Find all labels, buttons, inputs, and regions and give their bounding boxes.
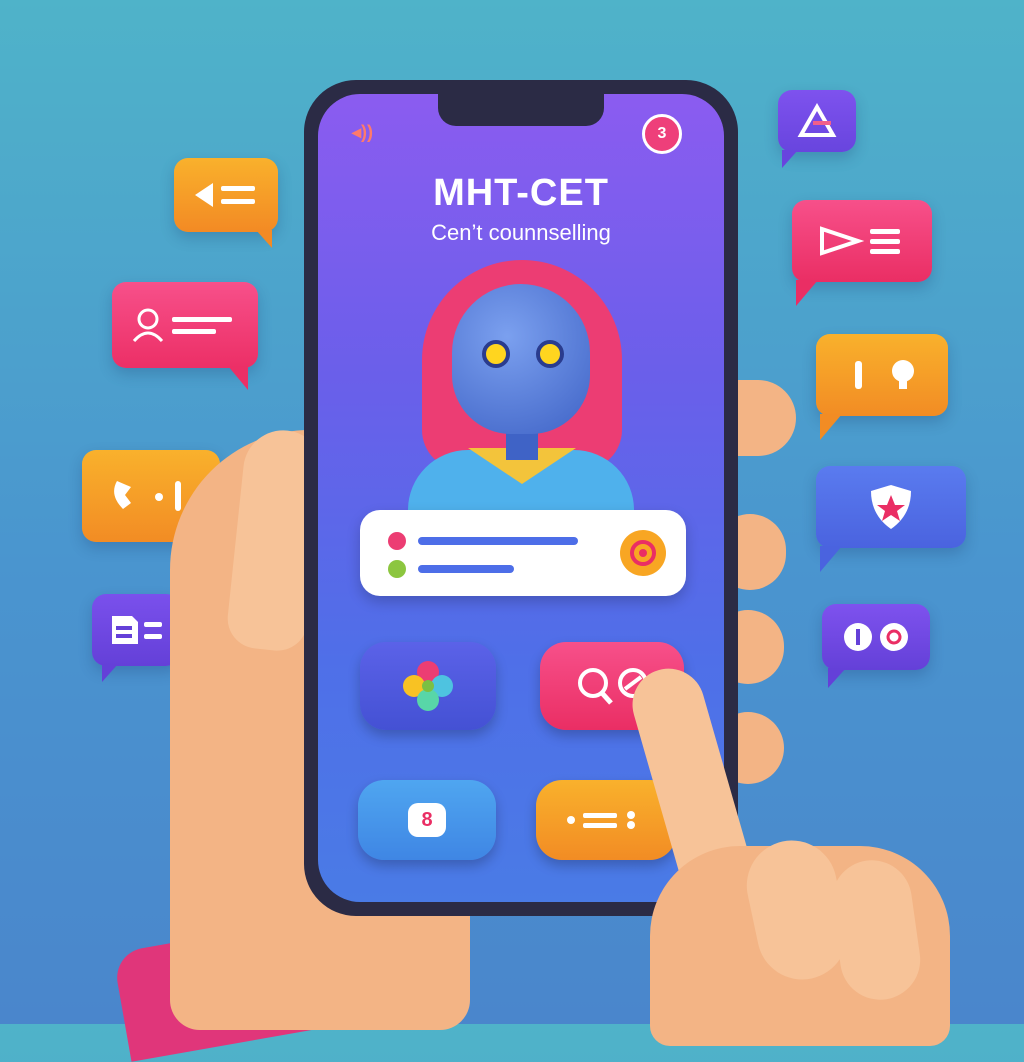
back-list-icon (195, 183, 255, 207)
play-list-icon (820, 226, 900, 256)
bubble-info[interactable] (822, 604, 930, 688)
chat-bubble-icon (630, 540, 656, 566)
status-dot-green (388, 560, 406, 578)
chat-message-card[interactable] (360, 510, 686, 596)
robot-eye (536, 340, 564, 368)
document-icon (112, 616, 162, 644)
badge-eight-button[interactable]: 8 (358, 780, 496, 860)
bubble-document[interactable] (92, 594, 180, 682)
chat-bubble-button[interactable] (620, 530, 666, 576)
bubble-alert[interactable] (778, 90, 856, 168)
page-title: MHT-CET (433, 172, 609, 214)
bubble-shield-star[interactable] (816, 466, 966, 572)
message-line (418, 537, 578, 545)
robot-head (452, 284, 590, 434)
alert-icon (797, 103, 837, 137)
shield-star-icon (871, 485, 911, 529)
number-badge: 8 (408, 803, 446, 837)
bubble-play-list[interactable] (792, 200, 932, 306)
bubble-idea[interactable] (816, 334, 948, 440)
notch (438, 94, 604, 126)
apps-grid-button[interactable] (360, 642, 496, 730)
notification-badge[interactable]: 3 (642, 114, 682, 154)
robot-eye (482, 340, 510, 368)
page-subtitle: Cen’t counnselling (431, 220, 611, 245)
list-button[interactable] (536, 780, 676, 860)
list-icon (567, 811, 635, 829)
status-dot-red (388, 532, 406, 550)
bubble-user-profile[interactable] (112, 282, 258, 390)
user-profile-icon (132, 308, 232, 343)
info-icon (844, 623, 908, 651)
lightbulb-icon (855, 360, 914, 389)
robot-neck (506, 430, 538, 460)
grid-apps-icon (403, 661, 453, 711)
wifi-signal-icon: ◂)) (352, 122, 374, 142)
message-line (418, 565, 514, 573)
bubble-back-list[interactable] (174, 158, 278, 248)
